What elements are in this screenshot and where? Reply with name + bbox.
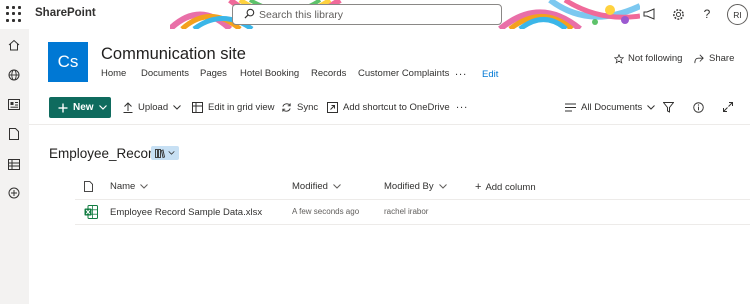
nav-item-hotel-booking[interactable]: Hotel Booking bbox=[240, 68, 299, 79]
grid-icon bbox=[192, 102, 203, 113]
gear-icon[interactable] bbox=[669, 5, 687, 23]
plus-icon: + bbox=[475, 181, 482, 193]
nav-item-pages[interactable]: Pages bbox=[200, 68, 227, 79]
left-rail bbox=[0, 29, 29, 304]
new-button[interactable]: New bbox=[49, 97, 111, 118]
nav-item-records[interactable]: Records bbox=[311, 68, 346, 79]
filter-icon[interactable] bbox=[663, 102, 674, 113]
search-input[interactable] bbox=[259, 8, 489, 22]
chevron-down-icon bbox=[173, 105, 181, 110]
add-shortcut-button[interactable]: Add shortcut to OneDrive bbox=[327, 102, 450, 113]
search-icon bbox=[244, 8, 255, 19]
search-box[interactable] bbox=[232, 4, 502, 25]
globe-icon[interactable] bbox=[7, 68, 21, 82]
column-header-name[interactable]: Name bbox=[110, 181, 149, 192]
chevron-down-icon bbox=[647, 105, 656, 110]
column-header-label: Modified bbox=[292, 181, 328, 192]
library-icon bbox=[155, 148, 165, 158]
star-icon bbox=[614, 53, 624, 64]
chevron-down-icon bbox=[98, 105, 107, 110]
column-header-label: Name bbox=[110, 181, 136, 192]
modified-by-value[interactable]: rachel irabor bbox=[384, 207, 428, 216]
chevron-down-icon bbox=[438, 184, 447, 189]
edit-grid-view-button[interactable]: Edit in grid view bbox=[192, 102, 275, 113]
header-divider bbox=[75, 199, 750, 200]
excel-file-icon[interactable] bbox=[84, 205, 98, 219]
view-selector[interactable]: All Documents bbox=[565, 102, 656, 113]
shortcut-icon bbox=[327, 102, 338, 113]
view-label: All Documents bbox=[581, 102, 643, 113]
file-icon[interactable] bbox=[7, 127, 21, 141]
share-button[interactable]: Share bbox=[694, 53, 734, 64]
add-circle-icon[interactable] bbox=[7, 186, 21, 200]
library-view-switcher[interactable] bbox=[151, 146, 179, 160]
add-column-label: Add column bbox=[485, 181, 536, 193]
app-launcher-icon[interactable] bbox=[6, 6, 22, 22]
column-header-modified[interactable]: Modified bbox=[292, 181, 341, 192]
new-label: New bbox=[73, 102, 94, 113]
avatar[interactable]: RI bbox=[727, 4, 748, 25]
upload-label: Upload bbox=[138, 102, 169, 113]
info-icon[interactable] bbox=[693, 102, 704, 113]
megaphone-icon[interactable] bbox=[641, 5, 659, 23]
sync-icon bbox=[281, 102, 292, 113]
list-view-icon bbox=[565, 103, 576, 112]
nav-item-home[interactable]: Home bbox=[101, 68, 126, 79]
nav-item-documents[interactable]: Documents bbox=[141, 68, 189, 79]
app-name[interactable]: SharePoint bbox=[35, 7, 96, 19]
share-icon bbox=[694, 54, 704, 63]
help-icon[interactable]: ? bbox=[698, 5, 716, 23]
nav-edit-link[interactable]: Edit bbox=[482, 69, 498, 80]
chevron-down-icon bbox=[333, 184, 341, 189]
library-title: Employee_Record bbox=[49, 146, 161, 161]
add-column-button[interactable]: + Add column bbox=[475, 181, 536, 193]
suite-bar: SharePoint ? RI bbox=[0, 0, 750, 29]
upload-icon bbox=[123, 102, 133, 113]
sync-button[interactable]: Sync bbox=[281, 102, 318, 113]
column-header-modified-by[interactable]: Modified By bbox=[384, 181, 447, 192]
chevron-down-icon bbox=[140, 184, 149, 189]
modified-value: A few seconds ago bbox=[292, 207, 360, 216]
row-divider bbox=[75, 224, 750, 225]
more-commands-button[interactable]: ... bbox=[456, 99, 468, 111]
site-title[interactable]: Communication site bbox=[101, 45, 246, 64]
file-type-column-icon[interactable] bbox=[84, 181, 93, 192]
share-label: Share bbox=[709, 53, 735, 64]
follow-button[interactable]: Not following bbox=[614, 53, 682, 64]
home-icon[interactable] bbox=[7, 38, 21, 52]
column-header-label: Modified By bbox=[384, 181, 434, 192]
file-name-link[interactable]: Employee Record Sample Data.xlsx bbox=[110, 207, 262, 218]
chevron-down-icon bbox=[168, 151, 175, 155]
add-shortcut-label: Add shortcut to OneDrive bbox=[343, 102, 450, 113]
site-logo[interactable]: Cs bbox=[48, 42, 88, 82]
follow-label: Not following bbox=[628, 53, 683, 64]
news-icon[interactable] bbox=[7, 97, 21, 111]
upload-button[interactable]: Upload bbox=[123, 102, 181, 113]
list-icon[interactable] bbox=[7, 157, 21, 171]
edit-grid-label: Edit in grid view bbox=[208, 102, 275, 113]
nav-item-customer-complaints[interactable]: Customer Complaints bbox=[358, 68, 449, 79]
plus-icon bbox=[58, 103, 68, 112]
nav-more-button[interactable]: ... bbox=[455, 66, 467, 78]
expand-icon[interactable] bbox=[723, 102, 733, 112]
sync-label: Sync bbox=[297, 102, 319, 113]
